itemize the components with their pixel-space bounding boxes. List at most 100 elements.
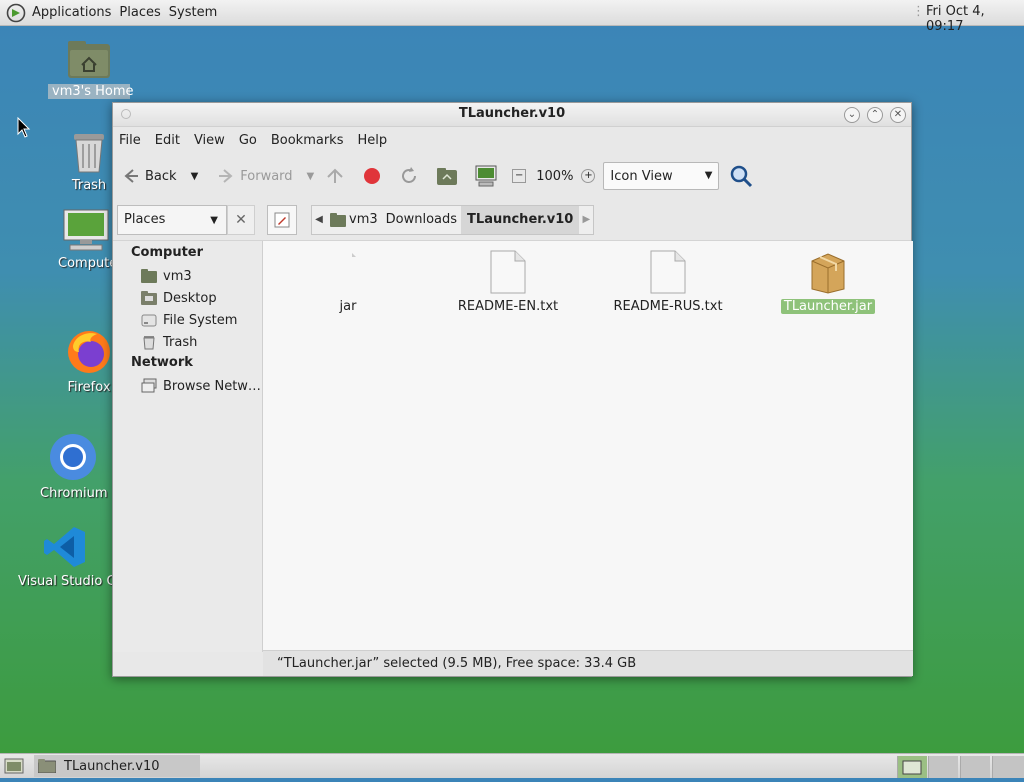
text-file-icon xyxy=(650,250,686,294)
desktop-icon-trash[interactable]: Trash xyxy=(62,130,116,193)
titlebar[interactable]: TLauncher.v10 ⌄ ⌃ ✕ xyxy=(113,103,911,127)
forward-label: Forward xyxy=(240,168,293,184)
computer-icon xyxy=(63,209,109,251)
file-icon-view[interactable]: jar README-EN.txt README-RUS.txt TLaunch… xyxy=(263,241,913,652)
panel-separator: ⋮ xyxy=(912,4,925,19)
sidebar-item-vm3[interactable]: vm3 xyxy=(113,265,262,287)
show-desktop-icon[interactable] xyxy=(4,758,24,774)
sidebar-item-label: Browse Netw… xyxy=(163,378,261,394)
sidebar-heading-computer: Computer xyxy=(131,245,204,260)
status-bar: “TLauncher.jar” selected (9.5 MB), Free … xyxy=(263,650,913,676)
menu-file[interactable]: File xyxy=(119,133,141,148)
view-mode-select[interactable]: Icon View ▼ xyxy=(603,162,720,190)
menu-help[interactable]: Help xyxy=(357,133,387,148)
menu-edit[interactable]: Edit xyxy=(155,133,180,148)
file-name: jar xyxy=(339,299,357,314)
bottom-panel: TLauncher.v10 xyxy=(0,753,1024,778)
home-icon[interactable] xyxy=(436,166,458,186)
forward-history-dropdown[interactable]: ▼ xyxy=(307,171,315,182)
desktop-icon-label: Chromium xyxy=(40,486,108,501)
folder-icon xyxy=(902,760,922,775)
location-bar: Places ▼ ✕ ◀ vm3 Downloads TLauncher.v10… xyxy=(113,199,911,241)
places-sidebar: Computer vm3 Desktop File System Trash N… xyxy=(113,241,263,652)
breadcrumb-item-downloads[interactable]: Downloads xyxy=(382,206,461,234)
breadcrumb-label: vm3 xyxy=(349,212,378,227)
sidebar-item-label: Trash xyxy=(163,334,198,350)
view-mode-value: Icon View xyxy=(610,168,673,184)
desktop-icon-firefox[interactable]: Firefox xyxy=(62,328,116,395)
desktop-icon-label: Trash xyxy=(71,178,107,193)
mate-logo-icon[interactable] xyxy=(6,3,26,23)
breadcrumb-right-arrow[interactable]: ▶ xyxy=(579,214,593,225)
search-icon[interactable] xyxy=(729,164,753,188)
package-icon xyxy=(811,253,845,294)
desktop-icon-label: Visual Studio C xyxy=(18,574,112,589)
sidebar-item-trash[interactable]: Trash xyxy=(113,331,262,353)
status-text: “TLauncher.jar” selected (9.5 MB), Free … xyxy=(277,656,637,671)
menu-bookmarks[interactable]: Bookmarks xyxy=(271,133,344,148)
sidebar-item-desktop[interactable]: Desktop xyxy=(113,287,262,309)
content-area: Computer vm3 Desktop File System Trash N… xyxy=(113,241,913,652)
file-manager-window: TLauncher.v10 ⌄ ⌃ ✕ File Edit View Go Bo… xyxy=(112,102,913,677)
zoom-in-button[interactable]: + xyxy=(581,169,596,183)
taskbar-item-label: TLauncher.v10 xyxy=(64,758,160,774)
stop-icon[interactable] xyxy=(362,166,382,186)
desktop-icon-vscode[interactable]: Visual Studio C xyxy=(18,524,112,589)
clock[interactable]: Fri Oct 4, 09:17 xyxy=(926,4,1024,34)
sidebar-item-browse-network[interactable]: Browse Netw… xyxy=(113,375,262,397)
desktop-icon-label: Compute xyxy=(58,256,112,271)
minimize-button[interactable]: ⌄ xyxy=(844,107,860,123)
zoom-out-button[interactable]: − xyxy=(512,169,527,183)
up-arrow-icon[interactable] xyxy=(324,165,346,187)
mouse-cursor-icon xyxy=(17,117,31,138)
text-file-icon xyxy=(490,250,526,294)
breadcrumb-left-arrow[interactable]: ◀ xyxy=(312,214,326,225)
back-button[interactable]: Back ▼ xyxy=(121,166,198,186)
close-sidebar-button[interactable]: ✕ xyxy=(227,204,255,235)
workspace-2[interactable] xyxy=(928,756,958,778)
toggle-location-entry-button[interactable] xyxy=(267,204,297,235)
workspace-4[interactable] xyxy=(992,756,1024,778)
menu-view[interactable]: View xyxy=(194,133,225,148)
sidebar-item-label: Desktop xyxy=(163,290,217,306)
maximize-button[interactable]: ⌃ xyxy=(867,107,883,123)
menu-places[interactable]: Places xyxy=(119,5,160,20)
file-item-tlauncher-jar[interactable]: TLauncher.jar xyxy=(763,249,893,314)
close-button[interactable]: ✕ xyxy=(890,107,906,123)
menubar: File Edit View Go Bookmarks Help xyxy=(113,127,911,153)
toolbar: Back ▼ Forward ▼ − 100% + Icon View ▼ xyxy=(113,153,911,199)
sidebar-item-filesystem[interactable]: File System xyxy=(113,309,262,331)
menu-applications[interactable]: Applications xyxy=(32,5,111,20)
sidebar-item-label: vm3 xyxy=(163,268,192,284)
drive-icon xyxy=(141,314,157,327)
desktop-icon-home[interactable]: vm3's Home xyxy=(48,38,134,99)
forward-button[interactable]: Forward ▼ xyxy=(216,166,314,186)
file-item-readme-rus[interactable]: README-RUS.txt xyxy=(603,249,733,314)
computer-icon[interactable] xyxy=(474,165,498,187)
file-name: README-RUS.txt xyxy=(613,299,723,314)
taskbar-item-tlauncher[interactable]: TLauncher.v10 xyxy=(34,755,200,777)
file-item-readme-en[interactable]: README-EN.txt xyxy=(443,249,573,314)
forward-arrow-icon xyxy=(219,169,233,183)
file-item-jar[interactable]: jar xyxy=(283,249,413,314)
menu-go[interactable]: Go xyxy=(239,133,257,148)
desktop-icon-label: Firefox xyxy=(67,380,111,395)
chevron-down-icon: ▼ xyxy=(704,170,713,181)
desktop-icon-computer[interactable]: Compute xyxy=(58,208,112,271)
workspace-3[interactable] xyxy=(960,756,990,778)
back-history-dropdown[interactable]: ▼ xyxy=(191,171,199,182)
places-select-value: Places xyxy=(124,212,166,227)
reload-icon[interactable] xyxy=(398,165,420,187)
breadcrumb-item-vm3[interactable]: vm3 xyxy=(326,206,382,234)
back-label: Back xyxy=(145,168,177,184)
firefox-icon xyxy=(68,331,110,373)
edit-icon xyxy=(274,212,290,227)
home-folder-icon xyxy=(330,212,346,227)
desktop-icon-chromium[interactable]: Chromium xyxy=(40,432,108,501)
menu-system[interactable]: System xyxy=(169,5,217,20)
breadcrumb-item-current[interactable]: TLauncher.v10 xyxy=(461,205,580,234)
zoom-level: 100% xyxy=(536,168,574,184)
sidebar-pane-select[interactable]: Places ▼ xyxy=(117,204,227,235)
trash-icon xyxy=(143,336,155,350)
workspace-1[interactable] xyxy=(897,756,927,778)
